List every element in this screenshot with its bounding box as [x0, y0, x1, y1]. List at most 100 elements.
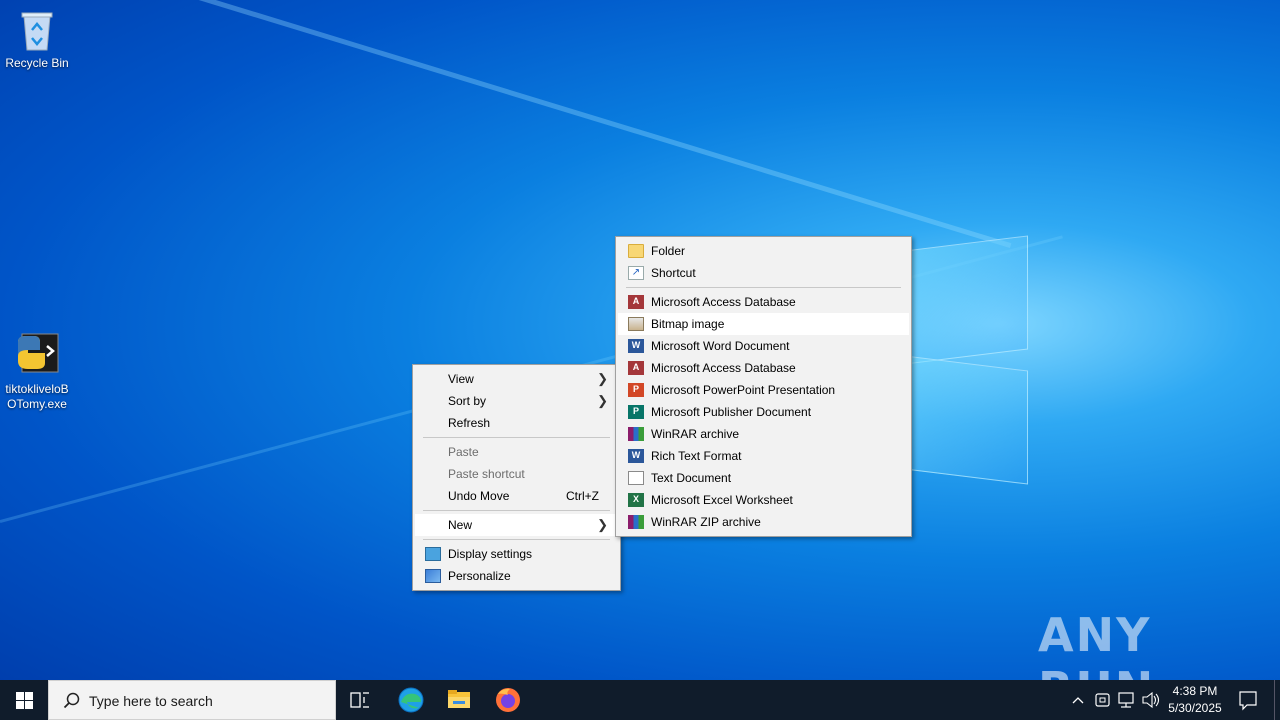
submenu-item-winrar-archive[interactable]: WinRAR archive: [618, 423, 909, 445]
search-placeholder: Type here to search: [89, 693, 213, 709]
menu-item-label: Microsoft Access Database: [651, 361, 796, 375]
publisher-icon: P: [628, 405, 644, 419]
menu-item-label: Paste: [448, 445, 479, 459]
edge-icon: [398, 687, 424, 713]
submenu-item-excel-worksheet[interactable]: X Microsoft Excel Worksheet: [618, 489, 909, 511]
file-explorer-taskbar-button[interactable]: [435, 680, 483, 720]
taskbar-search-box[interactable]: Type here to search: [48, 680, 336, 720]
wallpaper-windows-logo-pane: [905, 355, 1028, 485]
volume-icon: [1142, 691, 1160, 709]
submenu-item-access-database[interactable]: A Microsoft Access Database: [618, 291, 909, 313]
desktop-icon-label: Recycle Bin: [5, 56, 69, 70]
python-exe-icon: [14, 330, 60, 378]
personalize-icon: [425, 569, 441, 583]
menu-item-new[interactable]: New ❯: [415, 514, 618, 536]
menu-item-paste-shortcut: Paste shortcut: [415, 463, 618, 485]
submenu-item-publisher[interactable]: P Microsoft Publisher Document: [618, 401, 909, 423]
desktop-icon-label: tiktokliveloBOTomy.exe: [5, 382, 69, 411]
network-adapter-icon: [1095, 693, 1110, 707]
menu-item-refresh[interactable]: Refresh: [415, 412, 618, 434]
menu-item-label: Shortcut: [651, 266, 696, 280]
rtf-icon: W: [628, 449, 644, 463]
wallpaper-light-beam: [149, 0, 1012, 249]
menu-separator: [423, 437, 610, 438]
menu-item-label: Microsoft Access Database: [651, 295, 796, 309]
menu-item-label: Sort by: [448, 394, 487, 408]
display-settings-icon: [425, 547, 441, 561]
firefox-icon: [496, 688, 520, 712]
task-view-icon: [350, 692, 369, 708]
menu-item-label: View: [448, 372, 474, 386]
shortcut-icon: ↗: [628, 266, 644, 280]
submenu-item-folder[interactable]: Folder: [618, 240, 909, 262]
action-center-button[interactable]: [1232, 680, 1264, 720]
menu-item-paste: Paste: [415, 441, 618, 463]
menu-item-label: Display settings: [448, 547, 533, 561]
menu-item-label: New: [448, 518, 473, 532]
submenu-item-word-document[interactable]: W Microsoft Word Document: [618, 335, 909, 357]
volume-button[interactable]: [1140, 680, 1162, 720]
submenu-item-winrar-zip[interactable]: WinRAR ZIP archive: [618, 511, 909, 533]
menu-separator: [626, 287, 901, 288]
submenu-item-access-database-2[interactable]: A Microsoft Access Database: [618, 357, 909, 379]
network-status-button[interactable]: [1116, 680, 1138, 720]
bitmap-icon: [628, 317, 644, 331]
tray-network-app-button[interactable]: [1092, 680, 1114, 720]
word-icon: W: [628, 339, 644, 353]
menu-item-label: Microsoft Excel Worksheet: [651, 493, 793, 507]
submenu-item-bitmap-image[interactable]: Bitmap image: [618, 313, 909, 335]
menu-item-label: Text Document: [651, 471, 732, 485]
text-document-icon: [628, 471, 644, 485]
chevron-right-icon: ❯: [597, 517, 608, 532]
network-icon: [1118, 692, 1134, 708]
submenu-item-shortcut[interactable]: ↗ Shortcut: [618, 262, 909, 284]
menu-item-label: Rich Text Format: [651, 449, 742, 463]
clock-date: 5/30/2025: [1168, 701, 1222, 715]
menu-item-display-settings[interactable]: Display settings: [415, 543, 618, 565]
show-desktop-button[interactable]: [1274, 680, 1280, 720]
excel-icon: X: [628, 493, 644, 507]
search-icon: [63, 692, 81, 710]
menu-item-sort-by[interactable]: Sort by ❯: [415, 390, 618, 412]
access-icon: A: [628, 361, 644, 375]
menu-item-view[interactable]: View ❯: [415, 368, 618, 390]
anyrun-watermark: ANY RUN: [1038, 608, 1238, 716]
wallpaper-windows-logo-pane: [905, 235, 1028, 365]
firefox-taskbar-button[interactable]: [484, 680, 532, 720]
menu-item-label: Undo Move: [448, 489, 510, 503]
taskbar-clock[interactable]: 4:38 PM 5/30/2025: [1160, 683, 1230, 717]
winrar-icon: [628, 427, 644, 441]
edge-taskbar-button[interactable]: [387, 680, 435, 720]
desktop-icon-recycle-bin[interactable]: Recycle Bin: [0, 8, 74, 71]
file-explorer-icon: [448, 690, 470, 708]
winrar-zip-icon: [628, 515, 644, 529]
submenu-item-text-document[interactable]: Text Document: [618, 467, 909, 489]
menu-item-label: WinRAR ZIP archive: [651, 515, 761, 529]
submenu-item-rich-text[interactable]: W Rich Text Format: [618, 445, 909, 467]
chevron-right-icon: ❯: [597, 371, 608, 386]
access-icon: A: [628, 295, 644, 309]
folder-icon: [628, 244, 644, 258]
menu-item-label: Microsoft Publisher Document: [651, 405, 812, 419]
desktop-context-menu: View ❯ Sort by ❯ Refresh Paste Paste sho…: [412, 364, 621, 591]
task-view-button[interactable]: [336, 680, 384, 720]
menu-item-label: Folder: [651, 244, 686, 258]
start-button[interactable]: [0, 680, 48, 720]
clock-time: 4:38 PM: [1172, 684, 1218, 698]
menu-item-label: Refresh: [448, 416, 491, 430]
menu-item-personalize[interactable]: Personalize: [415, 565, 618, 587]
menu-item-label: Personalize: [448, 569, 511, 583]
menu-item-label: Microsoft Word Document: [651, 339, 790, 353]
taskbar: Type here to search 4:38 PM 5/30/2025: [0, 680, 1280, 720]
submenu-item-powerpoint[interactable]: P Microsoft PowerPoint Presentation: [618, 379, 909, 401]
menu-item-label: Paste shortcut: [448, 467, 525, 481]
chevron-right-icon: ❯: [597, 393, 608, 408]
menu-separator: [423, 539, 610, 540]
notification-icon: [1239, 691, 1257, 711]
powerpoint-icon: P: [628, 383, 644, 397]
menu-item-shortcut: Ctrl+Z: [566, 489, 599, 503]
desktop-icon-tiktok-exe[interactable]: tiktokliveloBOTomy.exe: [0, 330, 74, 412]
menu-item-label: WinRAR archive: [651, 427, 740, 441]
show-hidden-icons-button[interactable]: [1068, 680, 1088, 720]
menu-item-undo-move[interactable]: Undo Move Ctrl+Z: [415, 485, 618, 507]
